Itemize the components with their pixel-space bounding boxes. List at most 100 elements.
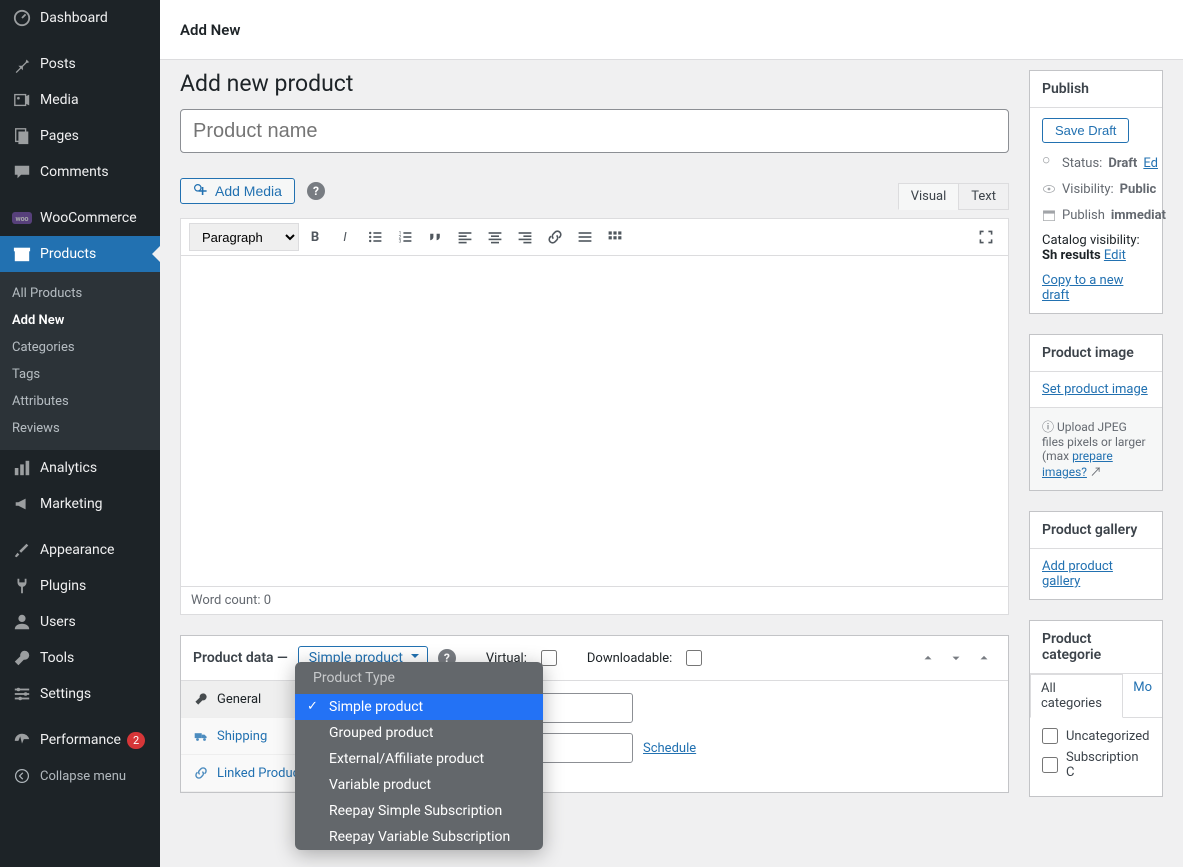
archive-icon xyxy=(12,244,32,264)
dropdown-option[interactable]: Reepay Variable Subscription xyxy=(295,824,543,850)
edit-catalog-link[interactable]: Edit xyxy=(1104,248,1126,263)
image-hint: ⓘ Upload JPEG files pixels or larger (ma… xyxy=(1030,407,1162,490)
wrench-icon xyxy=(193,691,209,707)
submenu-all-products[interactable]: All Products xyxy=(0,280,160,307)
megaphone-icon xyxy=(12,494,32,514)
menu-label: Performance xyxy=(40,732,121,748)
pd-tab-label: Linked Produc xyxy=(217,766,299,781)
editor-toolbar: Paragraph B I 123 xyxy=(181,219,1008,256)
schedule-link[interactable]: Schedule xyxy=(643,741,696,756)
submenu-attributes[interactable]: Attributes xyxy=(0,388,160,415)
truck-icon xyxy=(193,728,209,744)
dropdown-option[interactable]: Variable product xyxy=(295,772,543,798)
menu-label: Dashboard xyxy=(40,10,108,26)
menu-plugins[interactable]: Plugins xyxy=(0,568,160,604)
menu-performance[interactable]: Performance 2 xyxy=(0,722,160,758)
submenu-add-new[interactable]: Add New xyxy=(0,307,160,334)
downloadable-checkbox[interactable] xyxy=(686,650,702,666)
downloadable-label: Downloadable: xyxy=(587,651,672,666)
cat-item-uncategorized[interactable]: Uncategorized xyxy=(1042,728,1150,744)
menu-products[interactable]: Products xyxy=(0,236,160,272)
comment-icon xyxy=(12,162,32,182)
cat-item-subscription[interactable]: Subscription C xyxy=(1042,750,1150,780)
edit-status-link[interactable]: Ed xyxy=(1143,156,1158,171)
editor-tab-text[interactable]: Text xyxy=(958,183,1009,210)
submenu-reviews[interactable]: Reviews xyxy=(0,415,160,442)
dropdown-option[interactable]: Simple product xyxy=(295,694,543,720)
gauge-icon xyxy=(12,730,32,750)
catalog-label: Catalog visibility: xyxy=(1042,233,1140,248)
calendar-icon xyxy=(1042,207,1056,223)
product-name-input[interactable] xyxy=(180,109,1009,153)
add-media-button[interactable]: Add Media xyxy=(180,178,295,204)
publish-title: Publish xyxy=(1030,71,1162,108)
editor-content[interactable] xyxy=(181,256,1008,586)
menu-label: Plugins xyxy=(40,578,86,594)
menu-marketing[interactable]: Marketing xyxy=(0,486,160,522)
editor-tab-visual[interactable]: Visual xyxy=(898,183,960,210)
cat-checkbox[interactable] xyxy=(1042,757,1058,773)
cat-tab-all[interactable]: All categories xyxy=(1030,674,1123,718)
key-icon xyxy=(1042,155,1056,171)
catalog-value: Sh xyxy=(1042,248,1057,263)
page-title: Add new product xyxy=(180,70,1009,97)
quote-button[interactable] xyxy=(421,223,449,251)
bold-button[interactable]: B xyxy=(301,223,329,251)
menu-settings[interactable]: Settings xyxy=(0,676,160,712)
menu-posts[interactable]: Posts xyxy=(0,46,160,82)
collapse-button[interactable] xyxy=(972,646,996,670)
editor-box: Paragraph B I 123 xyxy=(180,218,1009,615)
submenu-tags[interactable]: Tags xyxy=(0,361,160,388)
topbar: Add New xyxy=(160,0,1183,60)
menu-label: Appearance xyxy=(40,542,114,558)
eye-icon xyxy=(1042,181,1056,197)
align-right-button[interactable] xyxy=(511,223,539,251)
fullscreen-button[interactable] xyxy=(972,223,1000,251)
categories-box-title: Product categorie xyxy=(1030,621,1162,674)
collapse-icon xyxy=(12,766,32,786)
add-media-label: Add Media xyxy=(215,183,282,199)
collapse-menu[interactable]: Collapse menu xyxy=(0,758,160,794)
virtual-checkbox[interactable] xyxy=(541,650,557,666)
menu-appearance[interactable]: Appearance xyxy=(0,532,160,568)
submenu-categories[interactable]: Categories xyxy=(0,334,160,361)
dropdown-option[interactable]: External/Affiliate product xyxy=(295,746,543,772)
pd-tab-label: Shipping xyxy=(217,729,267,744)
menu-dashboard[interactable]: Dashboard xyxy=(0,0,160,36)
menu-label: Media xyxy=(40,92,79,108)
copy-draft-link[interactable]: Copy to a new draft xyxy=(1042,273,1123,303)
menu-woocommerce[interactable]: woo WooCommerce xyxy=(0,200,160,236)
move-down-button[interactable] xyxy=(944,646,968,670)
more-button[interactable] xyxy=(571,223,599,251)
menu-analytics[interactable]: Analytics xyxy=(0,450,160,486)
media-icon xyxy=(12,90,32,110)
toolbar-toggle-button[interactable] xyxy=(601,223,629,251)
align-left-button[interactable] xyxy=(451,223,479,251)
cat-tab-most[interactable]: Mo xyxy=(1123,674,1162,717)
cat-checkbox[interactable] xyxy=(1042,728,1058,744)
page-icon xyxy=(12,126,32,146)
menu-users[interactable]: Users xyxy=(0,604,160,640)
visibility-value: Public xyxy=(1120,182,1157,197)
move-up-button[interactable] xyxy=(916,646,940,670)
visibility-label: Visibility: xyxy=(1062,182,1114,197)
wrench-icon xyxy=(12,648,32,668)
add-gallery-link[interactable]: Add product gallery xyxy=(1042,559,1113,589)
menu-tools[interactable]: Tools xyxy=(0,640,160,676)
dropdown-option[interactable]: Reepay Simple Subscription xyxy=(295,798,543,824)
menu-media[interactable]: Media xyxy=(0,82,160,118)
help-icon[interactable]: ? xyxy=(307,182,325,200)
menu-pages[interactable]: Pages xyxy=(0,118,160,154)
italic-button[interactable]: I xyxy=(331,223,359,251)
save-draft-button[interactable]: Save Draft xyxy=(1042,118,1129,143)
menu-comments[interactable]: Comments xyxy=(0,154,160,190)
link-button[interactable] xyxy=(541,223,569,251)
format-select[interactable]: Paragraph xyxy=(189,223,299,251)
word-count: Word count: 0 xyxy=(181,586,1008,614)
dropdown-option[interactable]: Grouped product xyxy=(295,720,543,746)
ul-button[interactable] xyxy=(361,223,389,251)
ol-button[interactable]: 123 xyxy=(391,223,419,251)
set-image-link[interactable]: Set product image xyxy=(1042,382,1148,397)
align-center-button[interactable] xyxy=(481,223,509,251)
info-icon: ⓘ xyxy=(1042,420,1054,434)
